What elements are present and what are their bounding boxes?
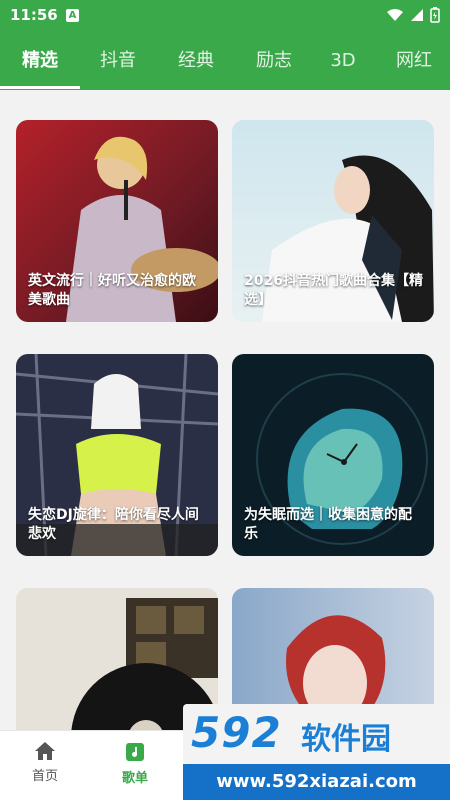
nav-home[interactable]: 首页: [10, 741, 80, 784]
nav-playlist-label: 歌单: [121, 771, 148, 786]
tab-3d[interactable]: 3D: [312, 46, 374, 76]
playlist-card[interactable]: 2026抖音热门歌曲合集【精选】: [232, 120, 434, 322]
status-time: 11:56: [10, 6, 58, 24]
tab-featured[interactable]: 精选: [0, 46, 80, 76]
battery-icon: [430, 7, 440, 23]
playlist-title: 英文流行｜好听又治愈的欧美歌曲: [28, 273, 196, 308]
nav-playlist[interactable]: 歌单: [100, 741, 170, 786]
site-watermark: 592 软件园 www.592xiazai.com: [183, 704, 450, 800]
playlist-title: 为失眠而选｜收集困意的配乐: [244, 507, 412, 542]
watermark-logo: 592 软件园: [183, 704, 450, 764]
notification-badge-icon: A: [66, 9, 79, 22]
playlist-card[interactable]: 为失眠而选｜收集困意的配乐: [232, 354, 434, 556]
status-icons: [386, 7, 440, 23]
tab-classic[interactable]: 经典: [160, 46, 232, 76]
playlist-title: 失恋DJ旋律：陪你看尽人间悲欢: [28, 507, 199, 542]
tab-influencer[interactable]: 网红: [378, 46, 450, 76]
playlist-grid: 英文流行｜好听又治愈的欧美歌曲 2026抖音热门歌曲合集【精选】 失恋DJ旋律：…: [0, 90, 450, 730]
playlist-title: 2026抖音热门歌曲合集【精选】: [244, 273, 423, 308]
watermark-url: www.592xiazai.com: [183, 764, 450, 800]
watermark-name: 软件园: [301, 722, 391, 757]
playlist-card[interactable]: 失恋DJ旋律：陪你看尽人间悲欢: [16, 354, 218, 556]
nav-home-label: 首页: [31, 769, 58, 784]
playlist-card[interactable]: 英文流行｜好听又治愈的欧美歌曲: [16, 120, 218, 322]
tab-inspirational[interactable]: 励志: [238, 46, 310, 76]
home-icon: [35, 742, 55, 760]
watermark-number: 592: [191, 708, 282, 757]
music-playlist-icon: [126, 743, 144, 761]
tab-douyin[interactable]: 抖音: [82, 46, 154, 76]
wifi-icon: [387, 9, 403, 21]
active-tab-indicator: [0, 86, 80, 89]
status-bar: 11:56 A: [0, 0, 450, 32]
category-tab-bar: 精选 抖音 经典 励志 3D 网红: [0, 32, 450, 90]
signal-icon: [411, 9, 423, 21]
